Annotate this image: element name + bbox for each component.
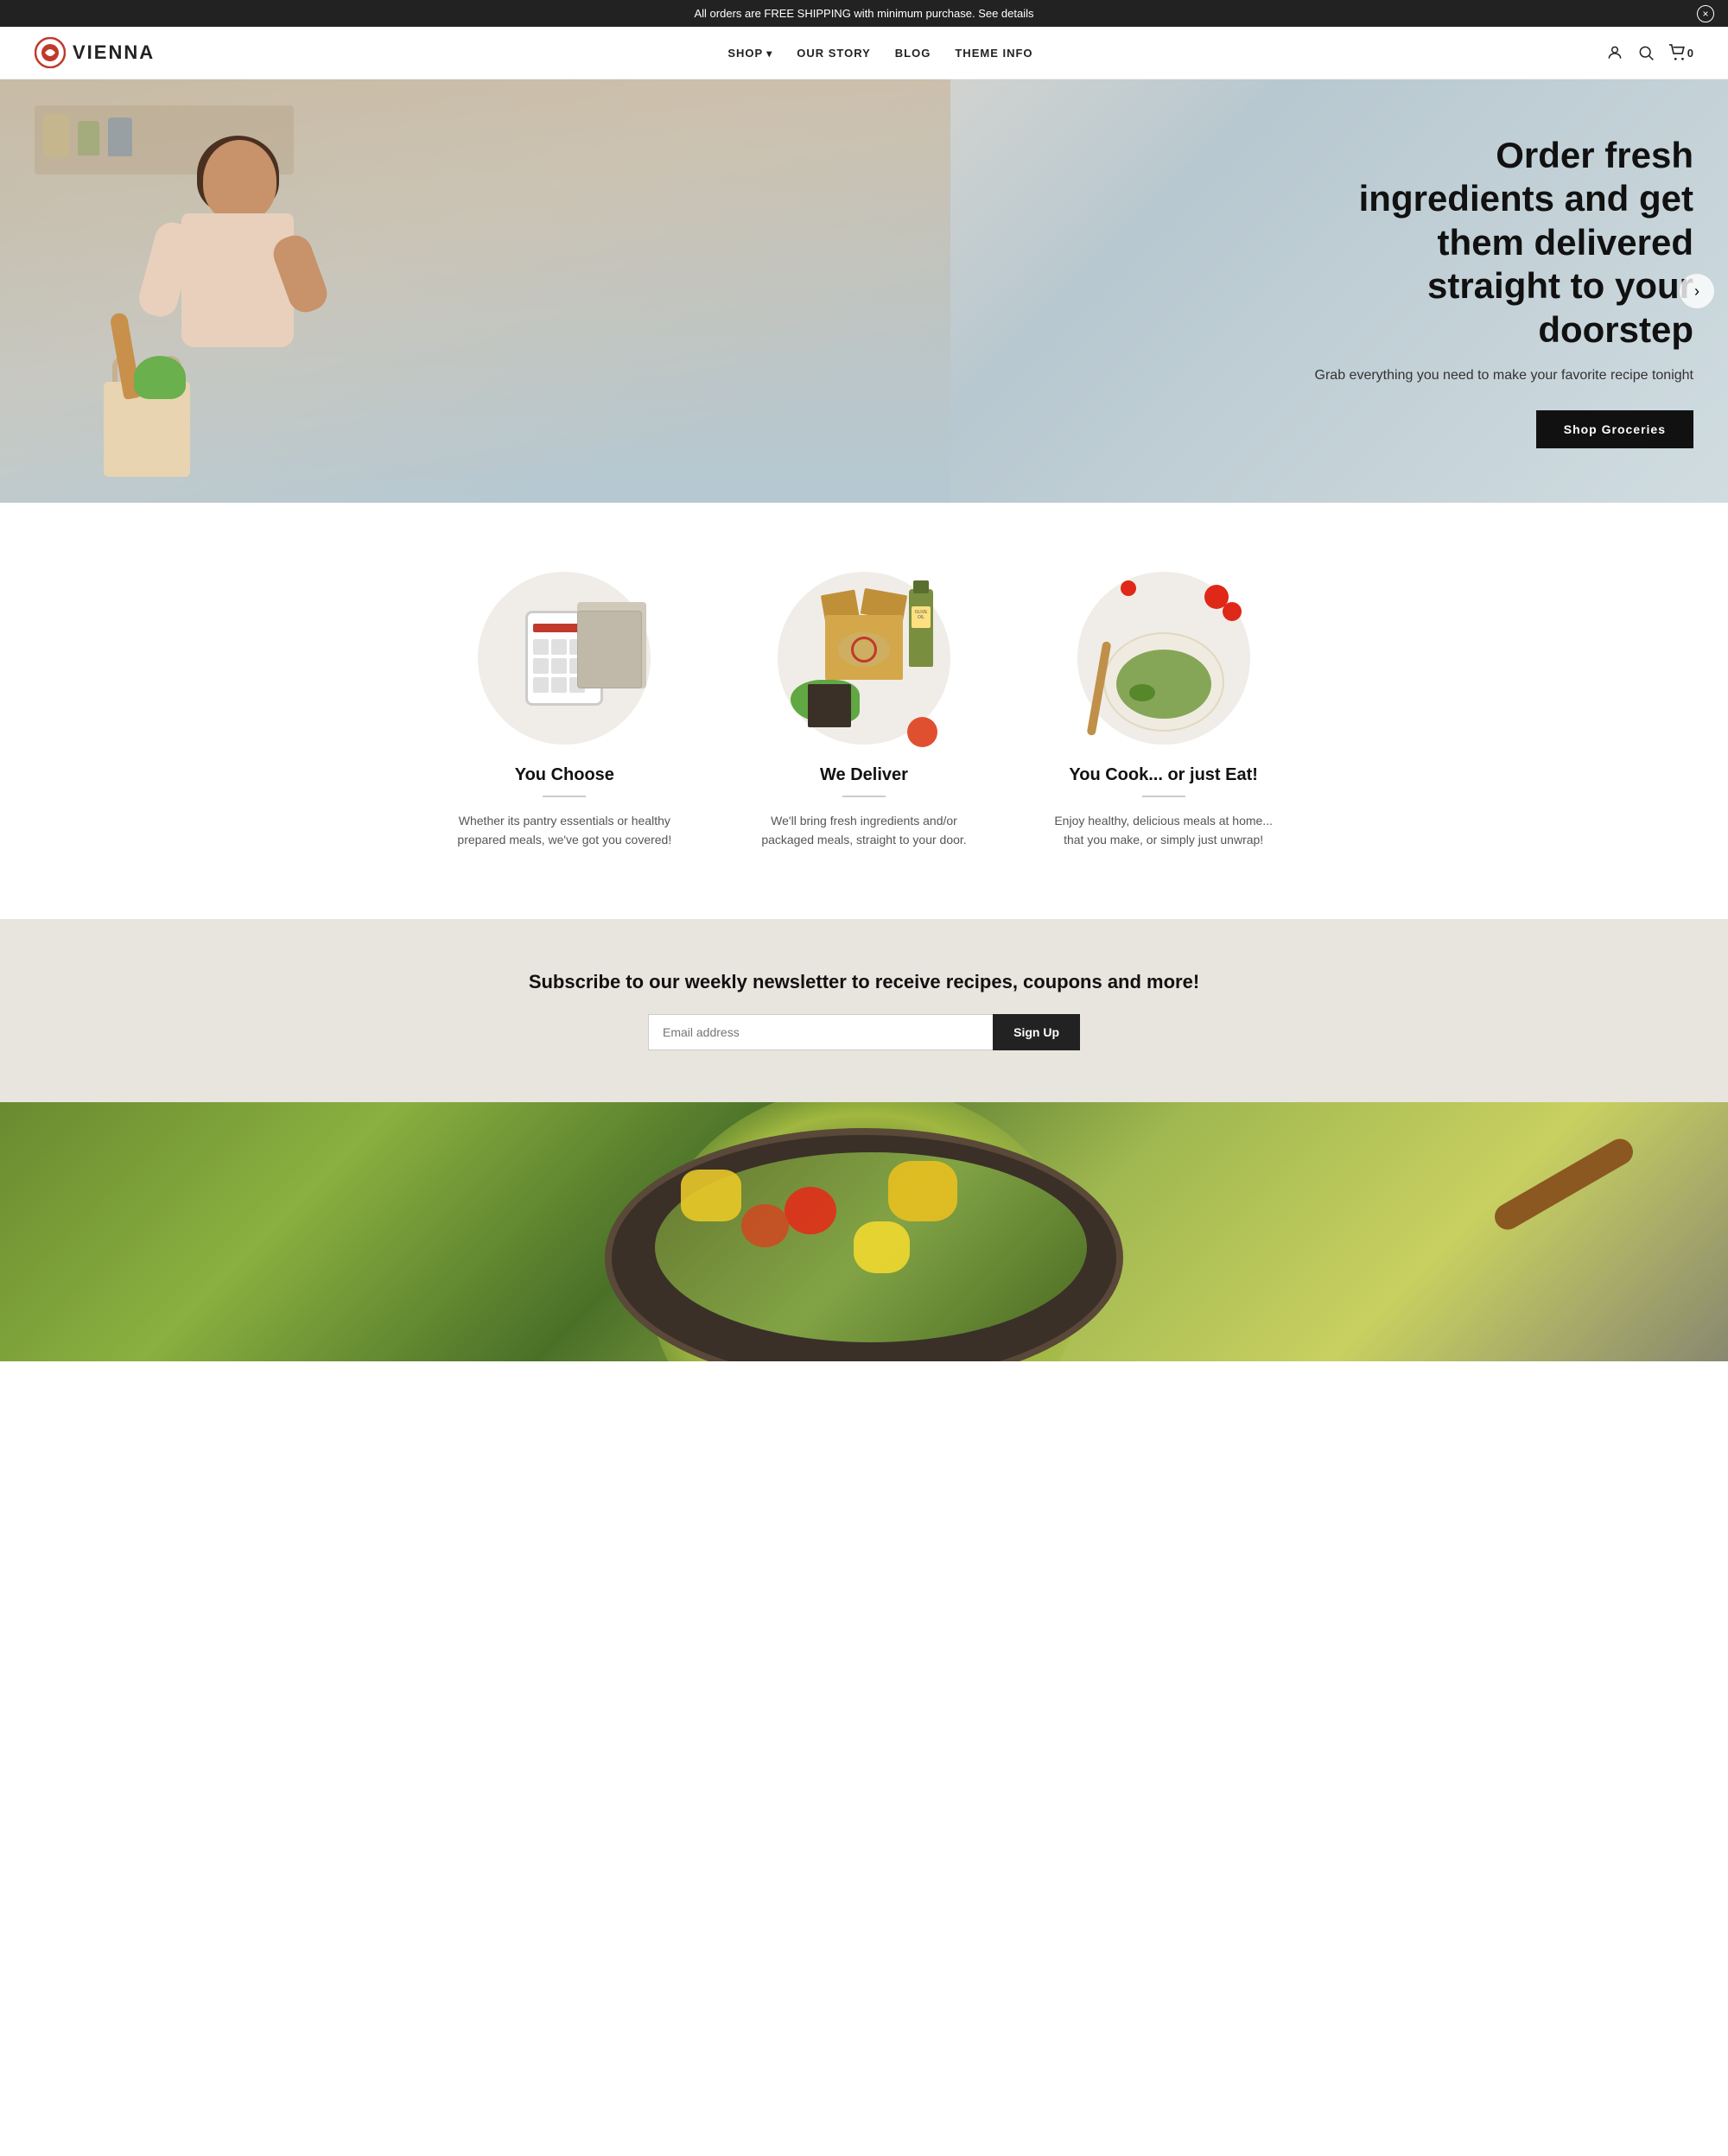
- newsletter-section: Subscribe to our weekly newsletter to re…: [0, 919, 1728, 1102]
- features-section: You Choose Whether its pantry essentials…: [0, 503, 1728, 919]
- feature-image-deliver: OLIVEOIL: [778, 572, 950, 745]
- cart-icon: [1668, 44, 1687, 61]
- bag-lettuce: [134, 356, 186, 399]
- person-shirt: [181, 213, 294, 347]
- feature-divider: [1142, 796, 1185, 797]
- pan-food-3: [888, 1161, 957, 1221]
- feature-item-deliver: OLIVEOIL We Deliver We'll bring fresh in…: [732, 555, 997, 867]
- feature-divider: [842, 796, 886, 797]
- grocery-bag: [95, 356, 199, 477]
- cooking-pan: [605, 1128, 1123, 1361]
- person-head: [203, 140, 276, 222]
- feature-item-choose: You Choose Whether its pantry essentials…: [432, 555, 697, 867]
- bottle-cap: [913, 580, 929, 593]
- feature-desc-deliver: We'll bring fresh ingredients and/or pac…: [749, 811, 980, 850]
- shop-groceries-button[interactable]: Shop Groceries: [1536, 410, 1693, 448]
- nav-our-story[interactable]: OUR STORY: [797, 47, 871, 60]
- search-icon: [1637, 44, 1655, 61]
- tablet-cell: [533, 677, 549, 693]
- bottle-label: OLIVEOIL: [912, 606, 931, 628]
- feature-image-choose: [478, 572, 651, 745]
- tablet-cell: [551, 639, 567, 655]
- box-logo: [838, 632, 890, 667]
- tablet-cell: [551, 677, 567, 693]
- feature-desc-cook: Enjoy healthy, delicious meals at home..…: [1048, 811, 1279, 850]
- account-icon-button[interactable]: [1606, 44, 1623, 61]
- nav-shop[interactable]: SHOP: [727, 47, 772, 60]
- logo[interactable]: VIENNA: [35, 37, 155, 68]
- food-image-section: [0, 1102, 1728, 1361]
- pan-food-2: [785, 1187, 836, 1234]
- food-illustration: [1077, 576, 1250, 740]
- header-icons: 0: [1606, 44, 1693, 61]
- hero-image-area: [0, 79, 950, 503]
- feature-title-choose: You Choose: [449, 765, 680, 785]
- cart-icon-button[interactable]: 0: [1668, 44, 1693, 61]
- noodle-box: [808, 684, 851, 727]
- pan-food-4: [741, 1204, 789, 1247]
- tray-1: [577, 611, 642, 688]
- main-nav: SHOP OUR STORY BLOG THEME INFO: [727, 47, 1032, 60]
- tomato-3: [1121, 580, 1136, 596]
- features-grid: You Choose Whether its pantry essentials…: [432, 555, 1296, 867]
- sign-up-button[interactable]: Sign Up: [993, 1014, 1080, 1050]
- tablet-cell: [551, 658, 567, 674]
- hero-title: Order fresh ingredients and get them del…: [1305, 134, 1693, 352]
- search-icon-button[interactable]: [1637, 44, 1655, 61]
- feature-title-deliver: We Deliver: [749, 765, 980, 785]
- tablet-illustration: [482, 580, 646, 736]
- tomato: [907, 717, 937, 747]
- hero-person: [69, 131, 432, 503]
- delivery-illustration: OLIVEOIL: [778, 576, 950, 740]
- hero-section: Order fresh ingredients and get them del…: [0, 79, 1728, 503]
- olive-oil-bottle: OLIVEOIL: [909, 589, 933, 667]
- feature-item-cook: You Cook... or just Eat! Enjoy healthy, …: [1031, 555, 1296, 867]
- announcement-text: All orders are FREE SHIPPING with minimu…: [694, 7, 1033, 20]
- delivery-box: [816, 593, 912, 680]
- hero-next-arrow[interactable]: ›: [1680, 274, 1714, 308]
- box-body: [825, 615, 903, 680]
- food-on-plate: [1116, 650, 1211, 719]
- cart-count: 0: [1687, 47, 1693, 60]
- announcement-bar: All orders are FREE SHIPPING with minimu…: [0, 0, 1728, 27]
- announcement-close-button[interactable]: ×: [1697, 5, 1714, 22]
- feature-desc-choose: Whether its pantry essentials or healthy…: [449, 811, 680, 850]
- logo-icon: [35, 37, 66, 68]
- feature-title-cook: You Cook... or just Eat!: [1048, 765, 1279, 785]
- pan-handle: [1490, 1134, 1638, 1234]
- feature-image-cook: [1077, 572, 1250, 745]
- newsletter-form: Sign Up: [648, 1014, 1080, 1050]
- shop-dropdown-icon: [766, 47, 772, 60]
- pan-food-1: [681, 1170, 741, 1221]
- hero-content: Order fresh ingredients and get them del…: [1305, 134, 1693, 448]
- box-logo-ring: [851, 637, 877, 663]
- tomato-2: [1223, 602, 1242, 621]
- nav-blog[interactable]: BLOG: [895, 47, 931, 60]
- newsletter-title: Subscribe to our weekly newsletter to re…: [35, 971, 1693, 993]
- herb-garnish: [1129, 684, 1155, 701]
- arrow-right-icon: ›: [1694, 282, 1699, 301]
- tablet-cell: [533, 658, 549, 674]
- logo-text: VIENNA: [73, 41, 155, 64]
- account-icon: [1606, 44, 1623, 61]
- email-input[interactable]: [648, 1014, 993, 1050]
- hero-subtitle: Grab everything you need to make your fa…: [1305, 365, 1693, 386]
- pan-food-5: [854, 1221, 910, 1273]
- tablet-cell: [533, 639, 549, 655]
- nav-theme-info[interactable]: THEME INFO: [955, 47, 1032, 60]
- shelf-jar-1: [43, 114, 69, 157]
- header: VIENNA SHOP OUR STORY BLOG THEME INFO: [0, 27, 1728, 79]
- feature-divider: [543, 796, 586, 797]
